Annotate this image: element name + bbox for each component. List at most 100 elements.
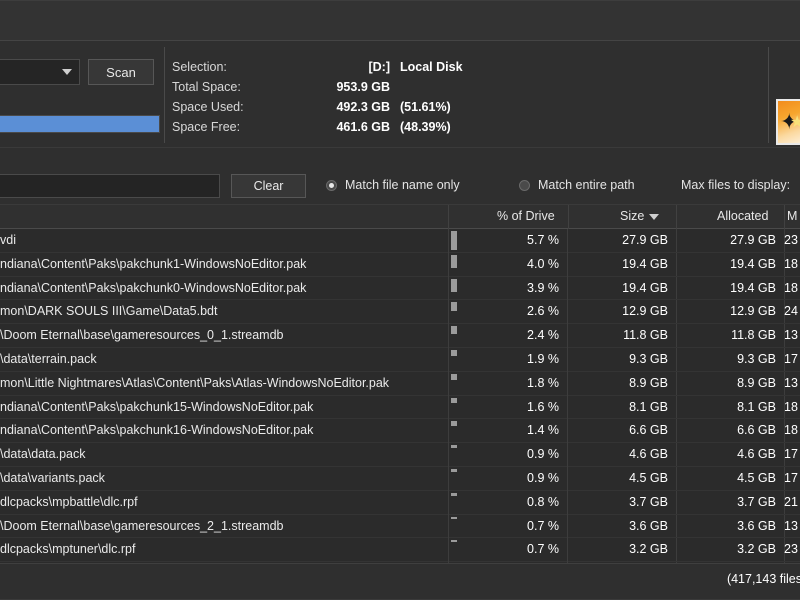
cell-allocated: 19.4 GB xyxy=(676,281,776,295)
cell-modified: 13 xyxy=(784,519,798,533)
cell-size: 3.6 GB xyxy=(568,519,668,533)
cell-modified: 23 xyxy=(784,542,798,556)
radio-selected-icon xyxy=(326,180,337,191)
cell-allocated: 4.6 GB xyxy=(676,447,776,461)
column-header-modified[interactable]: M xyxy=(787,209,797,223)
percent-bar-indicator xyxy=(451,493,457,496)
column-header-percent-of-drive[interactable]: % of Drive xyxy=(497,209,555,223)
cell-file-path: ndiana\Content\Paks\pakchunk15-WindowsNo… xyxy=(0,400,448,414)
cell-allocated: 4.5 GB xyxy=(676,471,776,485)
table-row[interactable]: dlcpacks\mptuner\dlc.rpf0.7 %3.2 GB3.2 G… xyxy=(0,538,800,562)
cell-allocated: 9.3 GB xyxy=(676,352,776,366)
summary-row-space-used: Space Used: 492.3 GB (51.61%) xyxy=(172,97,463,117)
cell-percent-of-drive: 0.9 % xyxy=(448,443,568,467)
summary-extra: (51.61%) xyxy=(390,97,451,117)
drive-select-dropdown[interactable] xyxy=(0,59,80,85)
scan-progress-fill xyxy=(0,116,159,132)
cell-file-path: \Doom Eternal\base\gameresources_2_1.str… xyxy=(0,519,448,533)
table-row[interactable]: mon\Little Nightmares\Atlas\Content\Paks… xyxy=(0,372,800,396)
cell-percent-of-drive: 1.8 % xyxy=(448,372,568,396)
disk-analyzer-window: Scan Selection: [D:] Local Disk Total Sp… xyxy=(0,0,800,600)
cell-percent-text: 0.7 % xyxy=(527,519,559,533)
sort-descending-icon xyxy=(649,214,659,220)
chevron-down-icon xyxy=(62,69,72,75)
cell-percent-of-drive: 4.0 % xyxy=(448,253,568,277)
cell-allocated: 12.9 GB xyxy=(676,304,776,318)
table-row[interactable]: \data\data.pack0.9 %4.6 GB4.6 GB17 xyxy=(0,443,800,467)
window-top-band xyxy=(0,0,800,40)
cell-percent-of-drive: 1.9 % xyxy=(448,348,568,372)
cell-file-path: \data\terrain.pack xyxy=(0,352,448,366)
cell-percent-of-drive: 1.6 % xyxy=(448,396,568,420)
table-row[interactable]: ndiana\Content\Paks\pakchunk0-WindowsNoE… xyxy=(0,277,800,301)
header-divider xyxy=(676,205,677,229)
percent-bar-indicator xyxy=(451,231,457,250)
table-row[interactable]: mon\DARK SOULS III\Game\Data5.bdt2.6 %12… xyxy=(0,300,800,324)
cell-modified: 18 xyxy=(784,400,798,414)
cell-percent-text: 1.6 % xyxy=(527,400,559,414)
cell-percent-of-drive: 0.8 % xyxy=(448,491,568,515)
table-row[interactable]: vdi5.7 %27.9 GB27.9 GB23 xyxy=(0,229,800,253)
column-header-allocated[interactable]: Allocated xyxy=(717,209,768,223)
summary-row-selection: Selection: [D:] Local Disk xyxy=(172,57,463,77)
table-row[interactable]: ndiana\Content\Paks\pakchunk15-WindowsNo… xyxy=(0,396,800,420)
percent-bar-indicator xyxy=(451,398,457,403)
filter-search-input[interactable] xyxy=(0,174,220,198)
cell-file-path: ndiana\Content\Paks\pakchunk1-WindowsNoE… xyxy=(0,257,448,271)
table-row[interactable]: \data\variants.pack0.9 %4.5 GB4.5 GB17 xyxy=(0,467,800,491)
radio-match-file-name-only[interactable]: Match file name only xyxy=(326,178,460,192)
table-row[interactable]: dlcpacks\mpbattle\dlc.rpf0.8 %3.7 GB3.7 … xyxy=(0,491,800,515)
cell-size: 4.5 GB xyxy=(568,471,668,485)
percent-bar-indicator xyxy=(451,255,457,268)
percent-bar-indicator xyxy=(451,517,457,519)
cell-allocated: 19.4 GB xyxy=(676,257,776,271)
summary-label: Space Free: xyxy=(172,117,300,137)
table-row[interactable]: ndiana\Content\Paks\pakchunk16-WindowsNo… xyxy=(0,419,800,443)
header-divider xyxy=(784,205,785,229)
cell-size: 4.6 GB xyxy=(568,447,668,461)
cell-file-path: dlcpacks\mpbattle\dlc.rpf xyxy=(0,495,448,509)
table-row[interactable]: \Doom Eternal\base\gameresources_2_1.str… xyxy=(0,515,800,539)
cell-percent-text: 0.7 % xyxy=(527,542,559,556)
summary-label: Total Space: xyxy=(172,77,300,97)
cell-modified: 18 xyxy=(784,257,798,271)
cell-allocated: 8.9 GB xyxy=(676,376,776,390)
percent-bar-indicator xyxy=(451,279,457,292)
scan-progress-bar xyxy=(0,115,160,133)
table-row[interactable]: ndiana\Content\Paks\pakchunk1-WindowsNoE… xyxy=(0,253,800,277)
cell-size: 12.9 GB xyxy=(568,304,668,318)
cell-size: 8.9 GB xyxy=(568,376,668,390)
summary-value: 492.3 GB xyxy=(300,97,390,117)
cell-modified: 23 xyxy=(784,233,798,247)
clear-filter-button[interactable]: Clear xyxy=(231,174,306,198)
percent-bar-indicator xyxy=(451,374,457,380)
table-row[interactable]: \Doom Eternal\base\gameresources_0_1.str… xyxy=(0,324,800,348)
cell-modified: 18 xyxy=(784,423,798,437)
cell-size: 6.6 GB xyxy=(568,423,668,437)
cell-allocated: 8.1 GB xyxy=(676,400,776,414)
cell-percent-of-drive: 3.9 % xyxy=(448,277,568,301)
cell-percent-of-drive: 2.4 % xyxy=(448,324,568,348)
preview-thumbnail[interactable]: ✦ ★ xyxy=(776,99,800,145)
column-header-size[interactable]: Size xyxy=(620,209,659,223)
cell-percent-of-drive: 5.7 % xyxy=(448,229,568,253)
cell-allocated: 3.7 GB xyxy=(676,495,776,509)
scan-button[interactable]: Scan xyxy=(88,59,154,85)
percent-bar-indicator xyxy=(451,540,457,542)
cell-percent-of-drive: 1.4 % xyxy=(448,419,568,443)
table-row[interactable]: \data\terrain.pack1.9 %9.3 GB9.3 GB17 xyxy=(0,348,800,372)
filter-panel: Clear Match file name only Match entire … xyxy=(0,148,800,205)
percent-bar-indicator xyxy=(451,350,457,356)
radio-match-entire-path[interactable]: Match entire path xyxy=(519,178,635,192)
cell-file-path: \data\data.pack xyxy=(0,447,448,461)
cell-allocated: 3.2 GB xyxy=(676,542,776,556)
summary-row-total-space: Total Space: 953.9 GB xyxy=(172,77,463,97)
summary-extra: (48.39%) xyxy=(390,117,451,137)
cell-file-path: vdi xyxy=(0,233,448,247)
cell-percent-text: 0.9 % xyxy=(527,447,559,461)
file-table-body[interactable]: vdi5.7 %27.9 GB27.9 GB23 ndiana\Content\P… xyxy=(0,229,800,563)
cell-file-path: ndiana\Content\Paks\pakchunk16-WindowsNo… xyxy=(0,423,448,437)
cell-size: 3.2 GB xyxy=(568,542,668,556)
summary-extra: Local Disk xyxy=(390,57,463,77)
cell-modified: 24 xyxy=(784,304,798,318)
